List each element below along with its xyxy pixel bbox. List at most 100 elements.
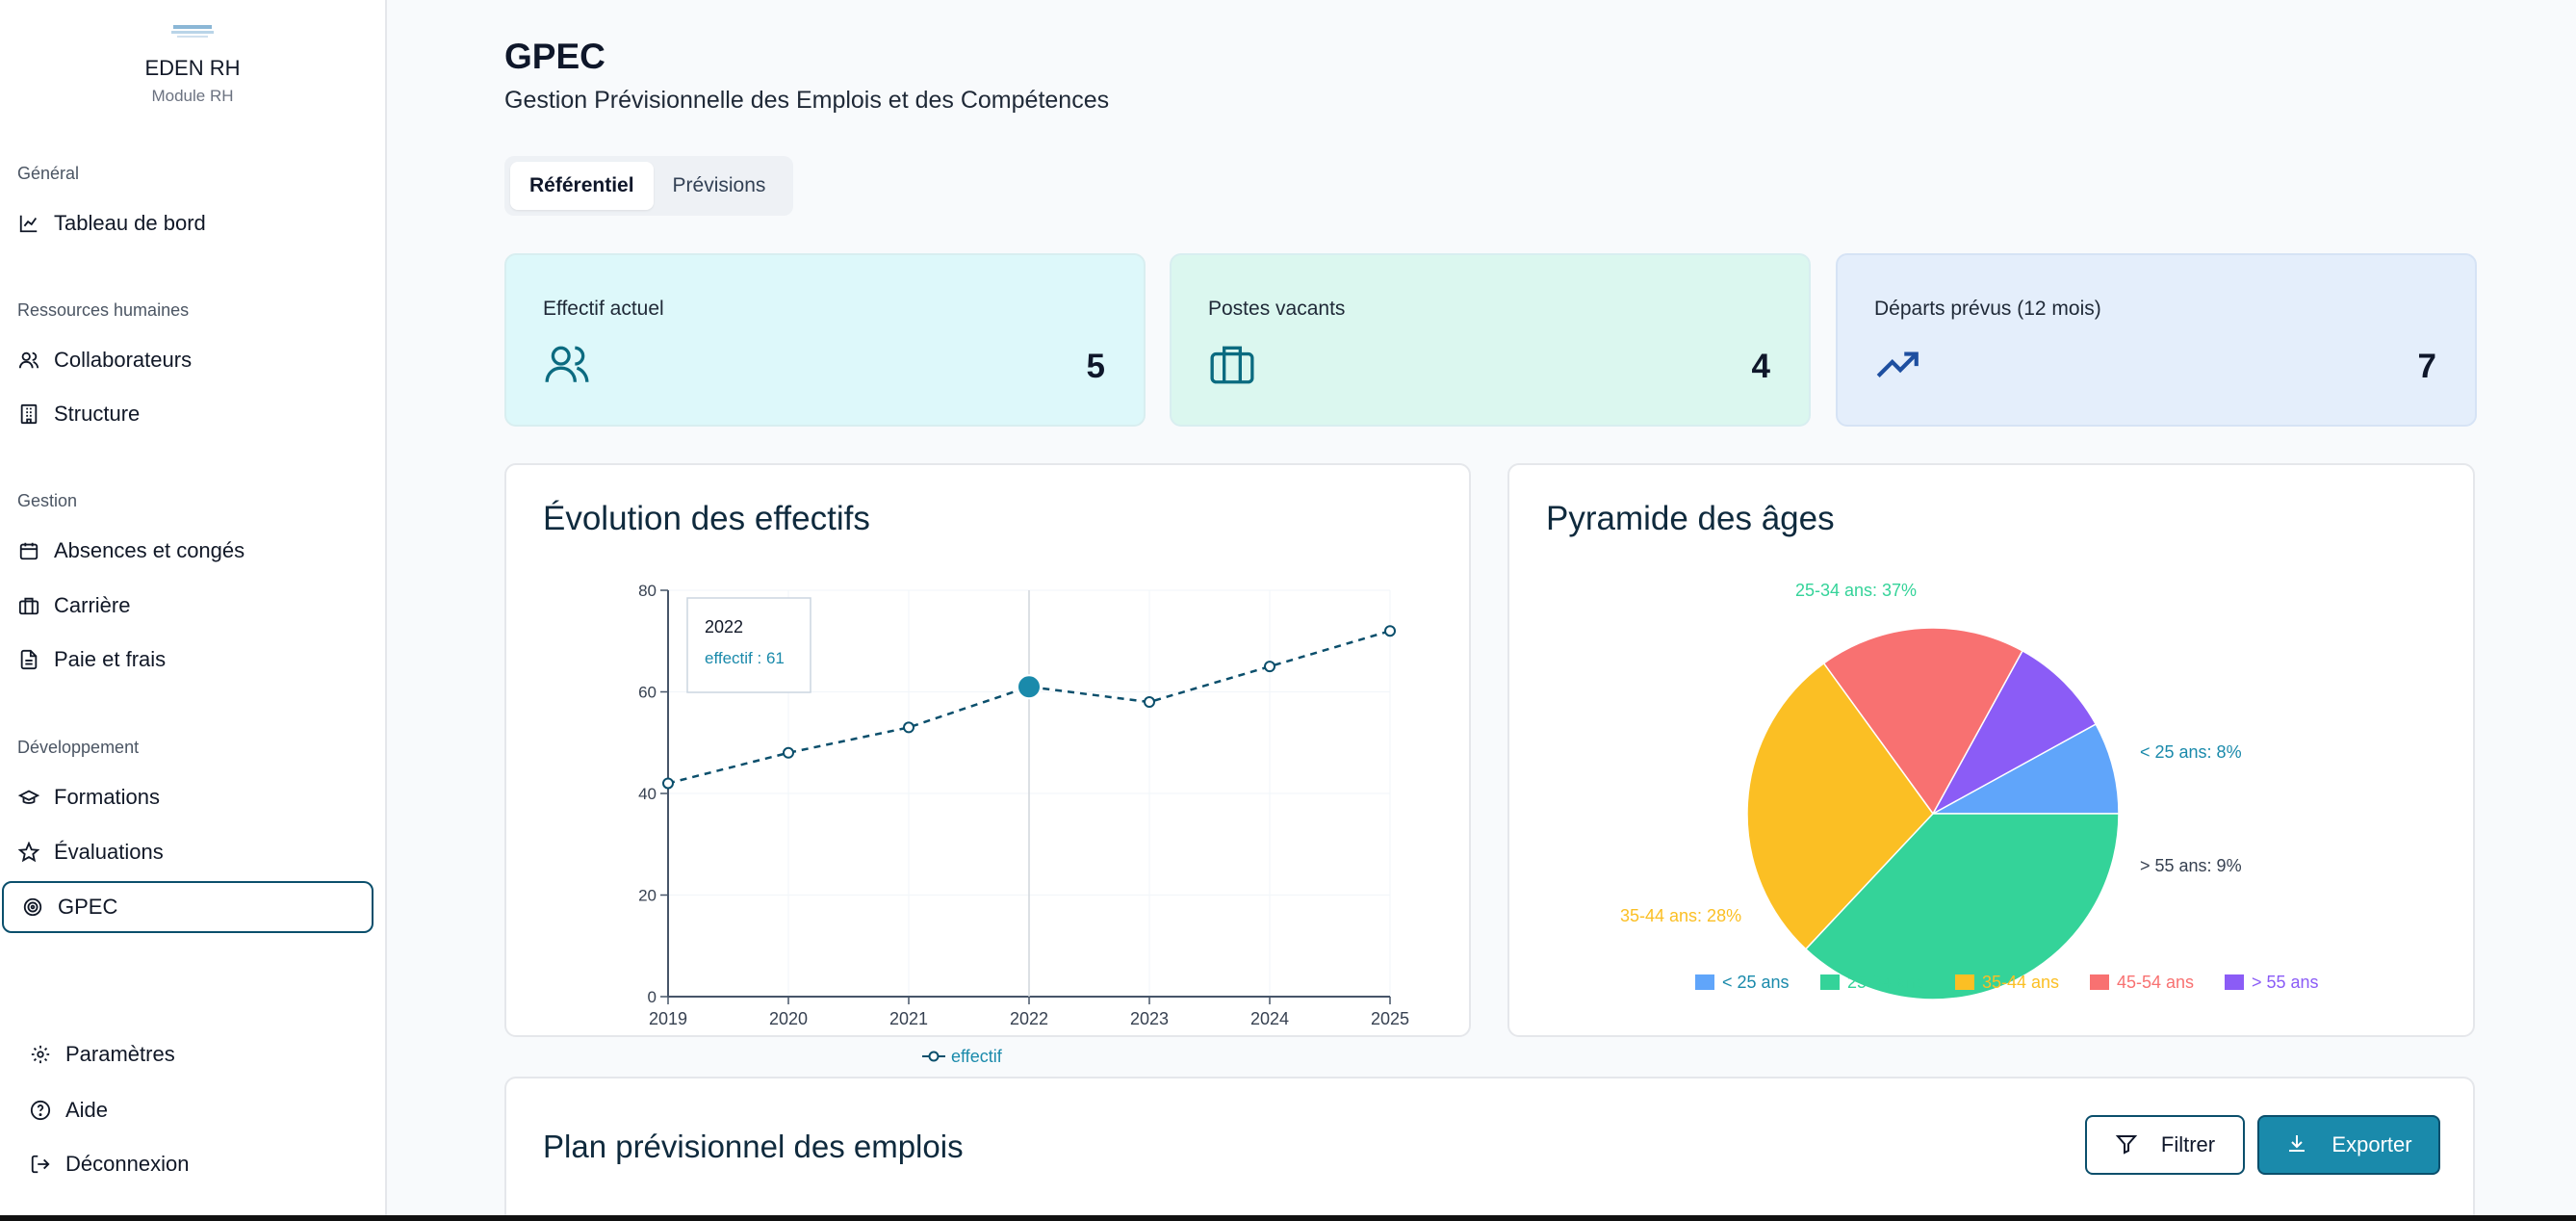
data-point [783,746,794,759]
y-tick-label: 80 [638,582,657,600]
plan-title: Plan prévisionnel des emplois [543,1129,964,1164]
legend-label: 45-54 ans [2117,973,2194,992]
sidebar-item-paie[interactable]: Paie et frais [0,634,375,686]
sidebar-item-collaborateurs[interactable]: Collaborateurs [0,334,375,386]
sidebar-item-label: Évaluations [54,840,164,864]
tab-referentiel[interactable]: Référentiel [510,162,654,210]
tooltip-value: effectif : 61 [705,649,785,667]
legend-label: < 25 ans [1722,973,1790,992]
x-tick-label: 2020 [769,1009,808,1028]
sidebar-item-gpec[interactable]: GPEC [2,881,374,933]
stat-label: Effectif actuel [543,298,664,320]
sidebar-item-dashboard[interactable]: Tableau de bord [0,197,375,249]
nav-section-general: Général [17,164,80,183]
sidebar-item-carriere[interactable]: Carrière [0,580,375,632]
sidebar-item-parametres[interactable]: Paramètres [0,1028,375,1080]
y-tick-label: 0 [648,988,657,1006]
data-point [662,777,674,790]
y-tick-label: 60 [638,684,657,702]
brand-name: EDEN RH [144,56,241,80]
sidebar-item-formations[interactable]: Formations [0,771,375,823]
pie-label: 25-34 ans: 37% [1795,581,1917,600]
tooltip-box [686,597,811,693]
pie-label: > 55 ans: 9% [2140,856,2242,875]
chart-tooltip: 2022 effectif : 61 [686,597,811,693]
briefcase-icon [17,594,40,617]
nav-section-developpement: Développement [17,738,140,757]
y-tick-label: 40 [638,785,657,803]
legend-marker [928,1051,940,1062]
filter-button[interactable]: Filtrer [2085,1115,2245,1175]
data-point-active [1017,674,1042,700]
x-tick-label: 2023 [1130,1009,1169,1028]
age-pyramid-pie-chart: < 25 ans: 8% > 55 ans: 9% 35-44 ans: 28% 25… [1620,581,2319,1000]
sidebar-item-absences[interactable]: Absences et congés [0,525,375,577]
sidebar-item-label: Absences et congés [54,538,245,562]
sidebar-item-label: Paie et frais [54,647,167,671]
page-subtitle: Gestion Prévisionnelle des Emplois et de… [504,87,1110,114]
legend-swatch [1695,974,1714,990]
plan-panel: Plan prévisionnel des emplois Filtrer Ex… [504,1077,2475,1221]
stat-label: Départs prévus (12 mois) [1874,298,2101,320]
x-tick-label: 2024 [1250,1009,1289,1028]
legend-swatch [1955,974,1974,990]
stat-card-departs: Départs prévus (12 mois) 7 [1836,253,2477,427]
tooltip-title: 2022 [705,617,743,636]
sidebar-item-label: Tableau de bord [54,211,206,235]
chart-line-icon [17,212,40,235]
star-icon [17,841,40,864]
evolution-panel: Évolution des effectifs 0 20 40 60 80 2019 202… [504,463,1471,1066]
sidebar-item-structure[interactable]: Structure [0,388,375,440]
export-label: Exporter [2331,1132,2412,1156]
x-tick-label: 2019 [649,1009,687,1028]
filter-icon [2115,1132,2140,1157]
calendar-icon [17,539,40,562]
sidebar-item-evaluations[interactable]: Évaluations [0,826,375,878]
sidebar-item-label: Collaborateurs [54,348,193,372]
nav-section-hr: Ressources humaines [17,300,190,320]
brand-subtitle: Module RH [151,87,234,105]
target-icon [21,896,44,919]
sidebar: EDEN RH Module RH Général Tableau de bor… [0,0,387,1215]
pie-label: 35-44 ans: 28% [1620,906,1741,925]
sidebar-item-label: Aide [65,1098,109,1122]
help-circle-icon [29,1099,52,1122]
logout-icon [29,1153,52,1176]
legend-label: 35-44 ans [1982,973,2059,992]
stat-label: Postes vacants [1208,298,1346,320]
legend-label: effectif [951,1047,1003,1066]
evolution-line-chart: 0 20 40 60 80 2019 2020 2021 2022 2023 2024 2025 202… [638,582,1409,1066]
stat-value: 5 [1086,348,1105,385]
x-tick-label: 2025 [1371,1009,1409,1028]
stat-card-postes-vacants: Postes vacants 4 [1170,253,1811,427]
sidebar-item-aide[interactable]: Aide [0,1084,375,1136]
tab-previsions[interactable]: Prévisions [654,162,786,210]
users-icon [545,346,589,382]
sidebar-item-label: GPEC [58,895,118,919]
sidebar-item-label: Carrière [54,593,131,617]
trending-up-icon [1876,351,1919,377]
page-title: GPEC [504,37,605,76]
download-icon [2285,1132,2310,1157]
stat-card-effectif: Effectif actuel 5 [504,253,1146,427]
legend-swatch [2090,974,2109,990]
filter-label: Filtrer [2160,1132,2216,1156]
data-point [903,721,914,734]
sidebar-item-label: Structure [54,402,141,426]
legend-label: > 55 ans [2252,973,2319,992]
sidebar-item-label: Déconnexion [65,1152,190,1176]
stat-value: 4 [1751,348,1770,385]
data-point [1144,696,1155,709]
graduation-cap-icon [17,786,40,809]
sidebar-item-label: Paramètres [65,1042,175,1066]
sidebar-item-deconnexion[interactable]: Déconnexion [0,1138,375,1190]
bottom-bar [0,1215,2576,1221]
briefcase-icon [1210,346,1254,384]
x-tick-label: 2022 [1010,1009,1048,1028]
brand-logo-icon [171,25,214,38]
pyramid-panel: Pyramide des âges < 25 ans: 8% > 55 ans: … [1507,463,2475,1037]
pie-label: < 25 ans: 8% [2140,742,2242,762]
file-icon [17,648,40,671]
export-button[interactable]: Exporter [2257,1115,2440,1175]
data-point [1384,625,1396,637]
